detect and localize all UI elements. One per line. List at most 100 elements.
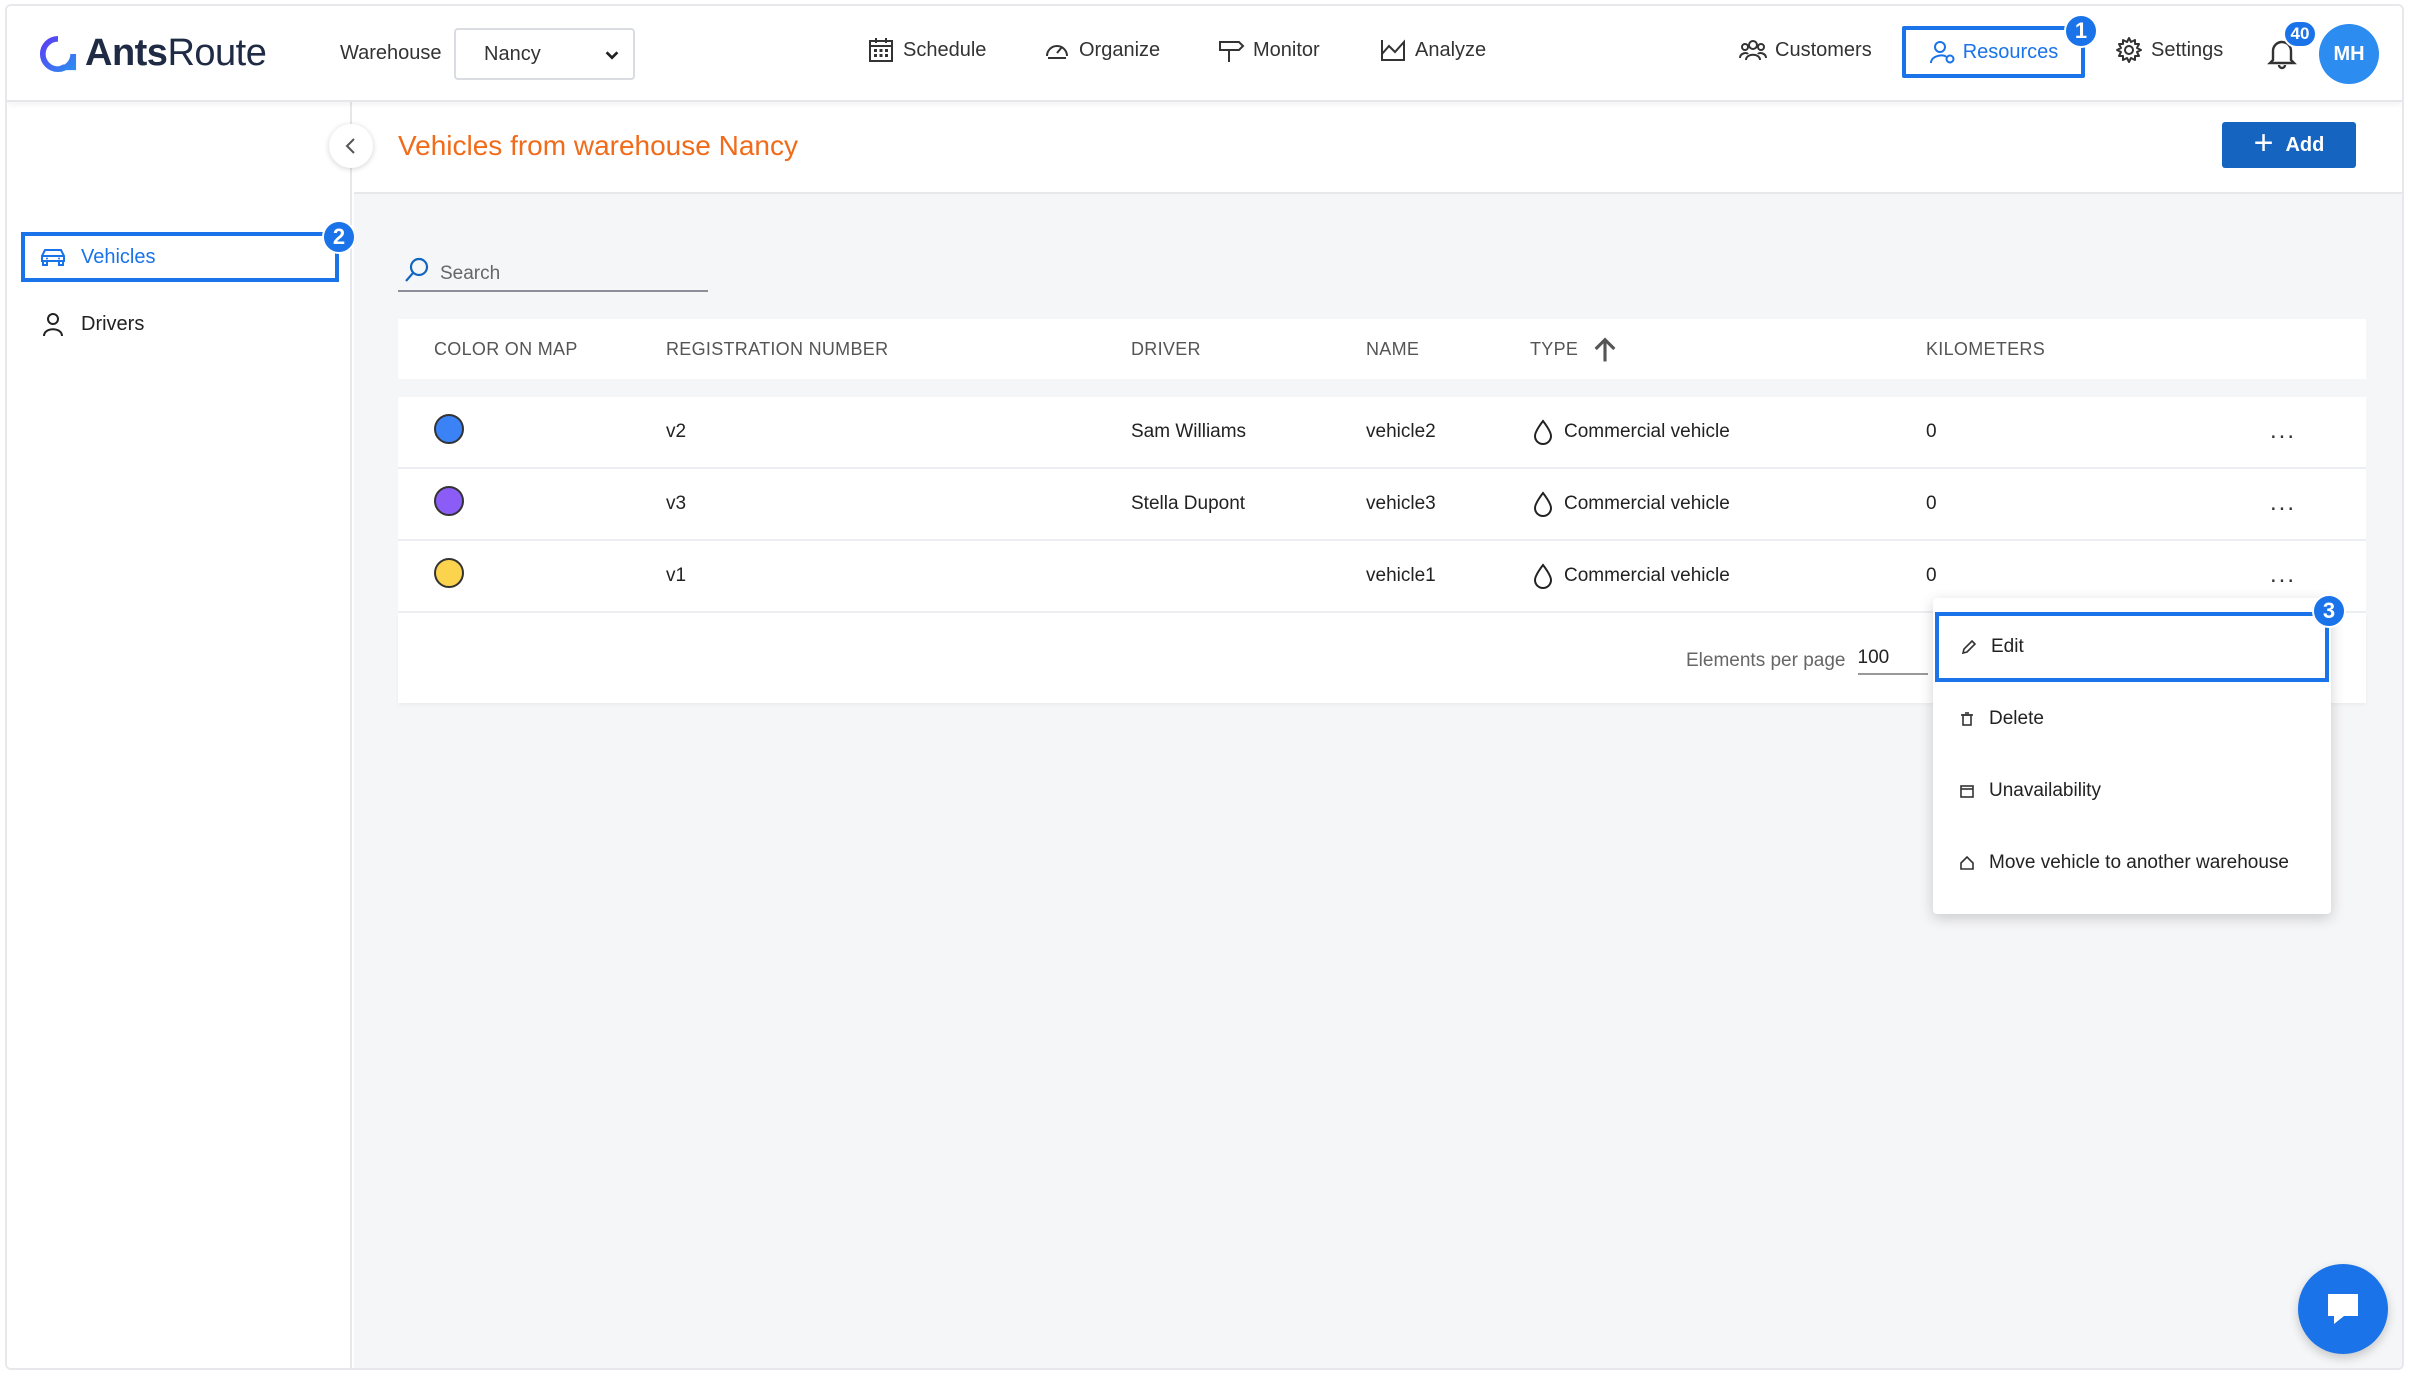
calendar-icon [869, 38, 893, 62]
search-field[interactable] [398, 250, 708, 292]
menu-item-edit[interactable]: Edit [1935, 612, 2329, 682]
name-cell: vehicle2 [1366, 421, 1436, 442]
registration-cell: v1 [666, 565, 687, 586]
nav-organize-label: Organize [1079, 38, 1161, 61]
fuel-drop-icon [1533, 563, 1553, 589]
search-icon [405, 257, 429, 282]
chat-support-button[interactable] [2298, 1264, 2388, 1354]
gauge-icon [1046, 45, 1068, 59]
type-cell: Commercial vehicle [1530, 418, 1926, 446]
sidebar-item-label: Drivers [81, 312, 145, 335]
car-icon [41, 249, 65, 266]
home-icon [1960, 855, 1974, 870]
nav-analyze-label: Analyze [1415, 38, 1487, 61]
search-input[interactable] [440, 263, 680, 285]
vehicle-color-dot [434, 558, 464, 588]
warehouse-select[interactable]: Nancy [454, 28, 635, 80]
page-titlebar: Vehicles from warehouse Nancy + Add [354, 102, 2402, 194]
name-cell: vehicle3 [1366, 493, 1436, 514]
column-header-name[interactable]: NAME [1366, 339, 1530, 360]
user-gear-icon [1929, 41, 1955, 64]
chevron-down-icon [605, 51, 619, 60]
sidebar [7, 102, 352, 1368]
kilometers-cell: 0 [1926, 565, 1937, 586]
table-row[interactable]: v2 Sam Williams vehicle2 Commercial vehi… [398, 397, 2366, 469]
user-icon [43, 313, 63, 337]
registration-cell: v3 [666, 493, 687, 514]
sidebar-item-vehicles[interactable]: Vehicles [21, 232, 339, 282]
trash-icon [1961, 712, 1973, 726]
chevron-left-icon [345, 138, 355, 154]
top-header: AntsRoute Warehouse Nancy Schedule Organ… [7, 6, 2402, 102]
table-header: COLOR ON MAP REGISTRATION NUMBER DRIVER … [398, 319, 2366, 379]
menu-item-unavailability[interactable]: Unavailability [1933, 756, 2331, 826]
kilometers-cell: 0 [1926, 493, 1937, 514]
color-cell [398, 414, 666, 450]
menu-item-label: Delete [1989, 708, 2044, 729]
kilometers-cell: 0 [1926, 421, 1937, 442]
column-header-kilometers[interactable]: KILOMETERS [1926, 339, 2226, 360]
column-header-type-label: TYPE [1530, 338, 1579, 359]
nav-schedule[interactable]: Schedule [867, 36, 986, 64]
gear-icon [2116, 37, 2142, 63]
column-header-registration[interactable]: REGISTRATION NUMBER [666, 339, 1131, 360]
chat-bubble-icon [2328, 1294, 2358, 1324]
menu-item-label: Unavailability [1989, 780, 2101, 801]
notification-count-badge: 40 [2283, 20, 2317, 48]
per-page-selector[interactable]: Elements per page 100 [1686, 647, 1928, 675]
table-body: v2 Sam Williams vehicle2 Commercial vehi… [398, 397, 2366, 613]
row-more-button[interactable]: ... [2270, 489, 2296, 517]
table-row[interactable]: v3 Stella Dupont vehicle3 Commercial veh… [398, 469, 2366, 541]
row-more-button[interactable]: ... [2270, 417, 2296, 445]
logo-text: AntsRoute [85, 32, 267, 74]
nav-analyze[interactable]: Analyze [1379, 36, 1486, 64]
nav-organize[interactable]: Organize [1043, 36, 1160, 64]
page-title: Vehicles from warehouse Nancy [398, 130, 798, 161]
add-vehicle-button[interactable]: + Add [2222, 122, 2356, 168]
app-window: AntsRoute Warehouse Nancy Schedule Organ… [5, 4, 2404, 1370]
logo-icon [39, 35, 77, 72]
column-header-type[interactable]: TYPE [1530, 335, 1926, 363]
menu-item-label: Move vehicle to another warehouse [1989, 852, 2289, 873]
chart-icon [1381, 39, 1405, 61]
sidebar-item-label: Vehicles [81, 245, 156, 268]
per-page-value[interactable]: 100 [1857, 647, 1928, 675]
nav-settings-label: Settings [2151, 38, 2224, 61]
nav-settings[interactable]: Settings [2115, 36, 2223, 64]
registration-cell: v2 [666, 421, 687, 442]
nav-resources[interactable]: Resources [1902, 26, 2085, 78]
antsroute-logo[interactable]: AntsRoute [39, 32, 267, 75]
sidebar-item-drivers[interactable]: Drivers [21, 299, 339, 349]
sidebar-collapse-button[interactable] [329, 124, 373, 168]
step-badge-2: 2 [322, 220, 356, 254]
nav-schedule-label: Schedule [903, 38, 987, 61]
color-cell [398, 486, 666, 522]
menu-item-delete[interactable]: Delete [1933, 684, 2331, 754]
nav-monitor-label: Monitor [1253, 38, 1320, 61]
name-cell: vehicle1 [1366, 565, 1436, 586]
column-header-color[interactable]: COLOR ON MAP [398, 339, 666, 360]
vehicle-color-dot [434, 414, 464, 444]
menu-item-move-vehicle[interactable]: Move vehicle to another warehouse [1933, 828, 2331, 898]
nav-monitor[interactable]: Monitor [1217, 36, 1320, 64]
warehouse-label: Warehouse [340, 42, 442, 64]
column-header-driver[interactable]: DRIVER [1131, 339, 1366, 360]
warehouse-select-value: Nancy [484, 42, 541, 65]
type-label: Commercial vehicle [1564, 421, 1730, 442]
driver-cell: Sam Williams [1131, 421, 1247, 442]
type-cell: Commercial vehicle [1530, 562, 1926, 590]
pencil-icon [1961, 639, 1977, 655]
type-cell: Commercial vehicle [1530, 490, 1926, 518]
row-more-button[interactable]: ... [2270, 561, 2296, 589]
driver-cell: Stella Dupont [1131, 493, 1246, 514]
users-group-icon [1739, 40, 1767, 61]
nav-customers-label: Customers [1775, 38, 1872, 61]
menu-item-label: Edit [1991, 636, 2024, 657]
user-avatar[interactable]: MH [2319, 24, 2379, 84]
step-badge-1: 1 [2064, 14, 2098, 48]
nav-customers[interactable]: Customers [1739, 36, 1872, 64]
color-cell [398, 558, 666, 594]
vehicle-color-dot [434, 486, 464, 516]
step-badge-3: 3 [2312, 594, 2346, 628]
add-button-label: Add [2285, 133, 2325, 156]
